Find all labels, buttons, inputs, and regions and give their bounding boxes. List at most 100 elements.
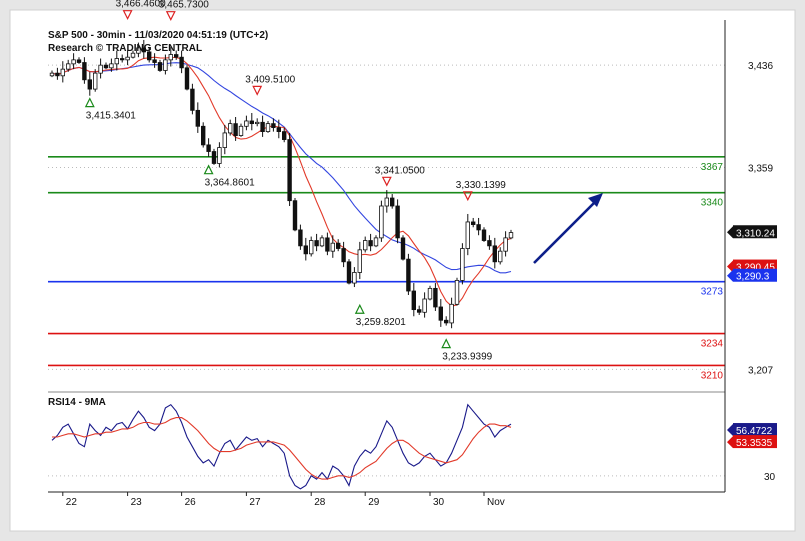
pivot-label: 3,330.1399 — [456, 180, 506, 191]
candle-body — [492, 245, 497, 263]
candle-body — [211, 151, 217, 164]
candle-body — [173, 54, 179, 58]
pivot-label: 3,341.0500 — [375, 165, 425, 176]
candle-body — [265, 123, 271, 132]
candle-body — [330, 242, 335, 252]
candle-body — [395, 205, 400, 239]
candle-body — [308, 240, 314, 255]
x-tick-label: 26 — [185, 497, 197, 508]
candle-body — [93, 72, 98, 90]
candle-body — [152, 59, 157, 63]
candle-body — [179, 56, 184, 69]
candle-body — [114, 58, 119, 65]
candle-body — [314, 240, 319, 247]
candle-body — [433, 287, 438, 308]
candle-body — [163, 59, 168, 71]
candle-body — [76, 59, 82, 63]
candle-body — [476, 224, 481, 231]
x-tick-label: 22 — [66, 497, 78, 508]
candle-body — [168, 54, 173, 61]
candle-body — [357, 249, 362, 273]
candle-body — [260, 121, 265, 133]
pivot-label: 3,465.7300 — [159, 0, 209, 11]
candle-body — [362, 240, 368, 251]
candle-body — [438, 306, 443, 321]
price-tag-label: 3,310.24 — [736, 228, 775, 239]
candle-body — [416, 309, 422, 313]
candle-body — [125, 56, 130, 61]
price-tick-label: 3,359 — [748, 163, 773, 174]
chart-window: 3367 3340 3273 3234 3210 3,466.4600 3,465.730… — [0, 0, 805, 541]
candle-body — [460, 248, 465, 281]
candle-body — [281, 131, 287, 140]
candle-body — [368, 240, 373, 247]
candle-body — [443, 319, 449, 324]
price-chart: 33673340327332343210 3,466.46003,465.730… — [9, 0, 796, 532]
candle-body — [184, 67, 190, 90]
candle-body — [352, 272, 357, 284]
pivot-label: 3,409.5100 — [245, 74, 295, 85]
pivot-label: 3,233.9399 — [442, 352, 492, 363]
candle-body — [103, 64, 109, 69]
price-tick-label: 3,207 — [748, 365, 773, 376]
candle-body — [200, 125, 206, 146]
candle-body — [244, 120, 249, 127]
candle-body — [55, 72, 60, 77]
candle-body — [292, 200, 298, 231]
candle-body — [411, 290, 416, 311]
candle-body — [470, 221, 476, 225]
candle-body — [271, 123, 276, 129]
level-label: 3367 — [701, 162, 724, 173]
candle-body — [82, 62, 87, 81]
price-tag-label: 3,290.3 — [736, 272, 770, 283]
level-label: 3234 — [701, 339, 724, 350]
candle-body — [481, 229, 487, 241]
candle-body — [254, 121, 260, 125]
level-label: 3273 — [701, 287, 724, 298]
candle-body — [427, 287, 433, 300]
pivot-label: 3,364.8601 — [205, 178, 255, 189]
candle-body — [233, 123, 238, 136]
candle-body — [487, 240, 492, 247]
candle-body — [454, 279, 460, 305]
candle-body — [341, 248, 346, 263]
level-label: 3210 — [701, 370, 724, 381]
candle-body — [406, 258, 411, 292]
chart-title: S&P 500 - 30min - 11/03/2020 04:51:19 (U… — [48, 30, 268, 41]
candle-body — [66, 63, 71, 70]
candle-body — [508, 232, 514, 239]
rsi-title: RSI14 - 9MA — [48, 397, 106, 408]
candle-body — [400, 237, 406, 260]
candle-body — [287, 139, 292, 202]
candle-body — [384, 197, 389, 207]
candle-body — [190, 88, 195, 111]
candle-body — [503, 237, 508, 252]
candle-body — [238, 125, 244, 136]
candle-body — [98, 64, 103, 74]
candle-body — [335, 242, 341, 249]
level-label: 3340 — [701, 198, 724, 209]
candle-body — [319, 237, 325, 247]
x-tick-label: 23 — [131, 497, 143, 508]
candle-body — [49, 72, 55, 77]
candle-body — [227, 123, 233, 134]
candle-body — [71, 59, 76, 65]
candle-body — [157, 62, 163, 71]
candle-body — [249, 120, 254, 125]
candle-body — [497, 250, 503, 263]
pivot-label: 3,259.8201 — [356, 317, 406, 328]
candle-body — [206, 144, 211, 152]
rsi-tick-label: 30 — [764, 472, 776, 483]
candle-body — [195, 109, 200, 127]
candle-body — [120, 58, 125, 61]
price-tag-label: 53.3535 — [736, 438, 773, 449]
candle-body — [449, 303, 454, 324]
x-tick-label: 27 — [249, 497, 261, 508]
x-tick-label: Nov — [487, 497, 505, 508]
candle-body — [217, 147, 222, 164]
candle-body — [303, 245, 308, 255]
candle-body — [87, 79, 92, 90]
candle-body — [109, 63, 114, 69]
price-tick-label: 3,436 — [748, 61, 773, 72]
x-tick-label: 29 — [368, 497, 380, 508]
